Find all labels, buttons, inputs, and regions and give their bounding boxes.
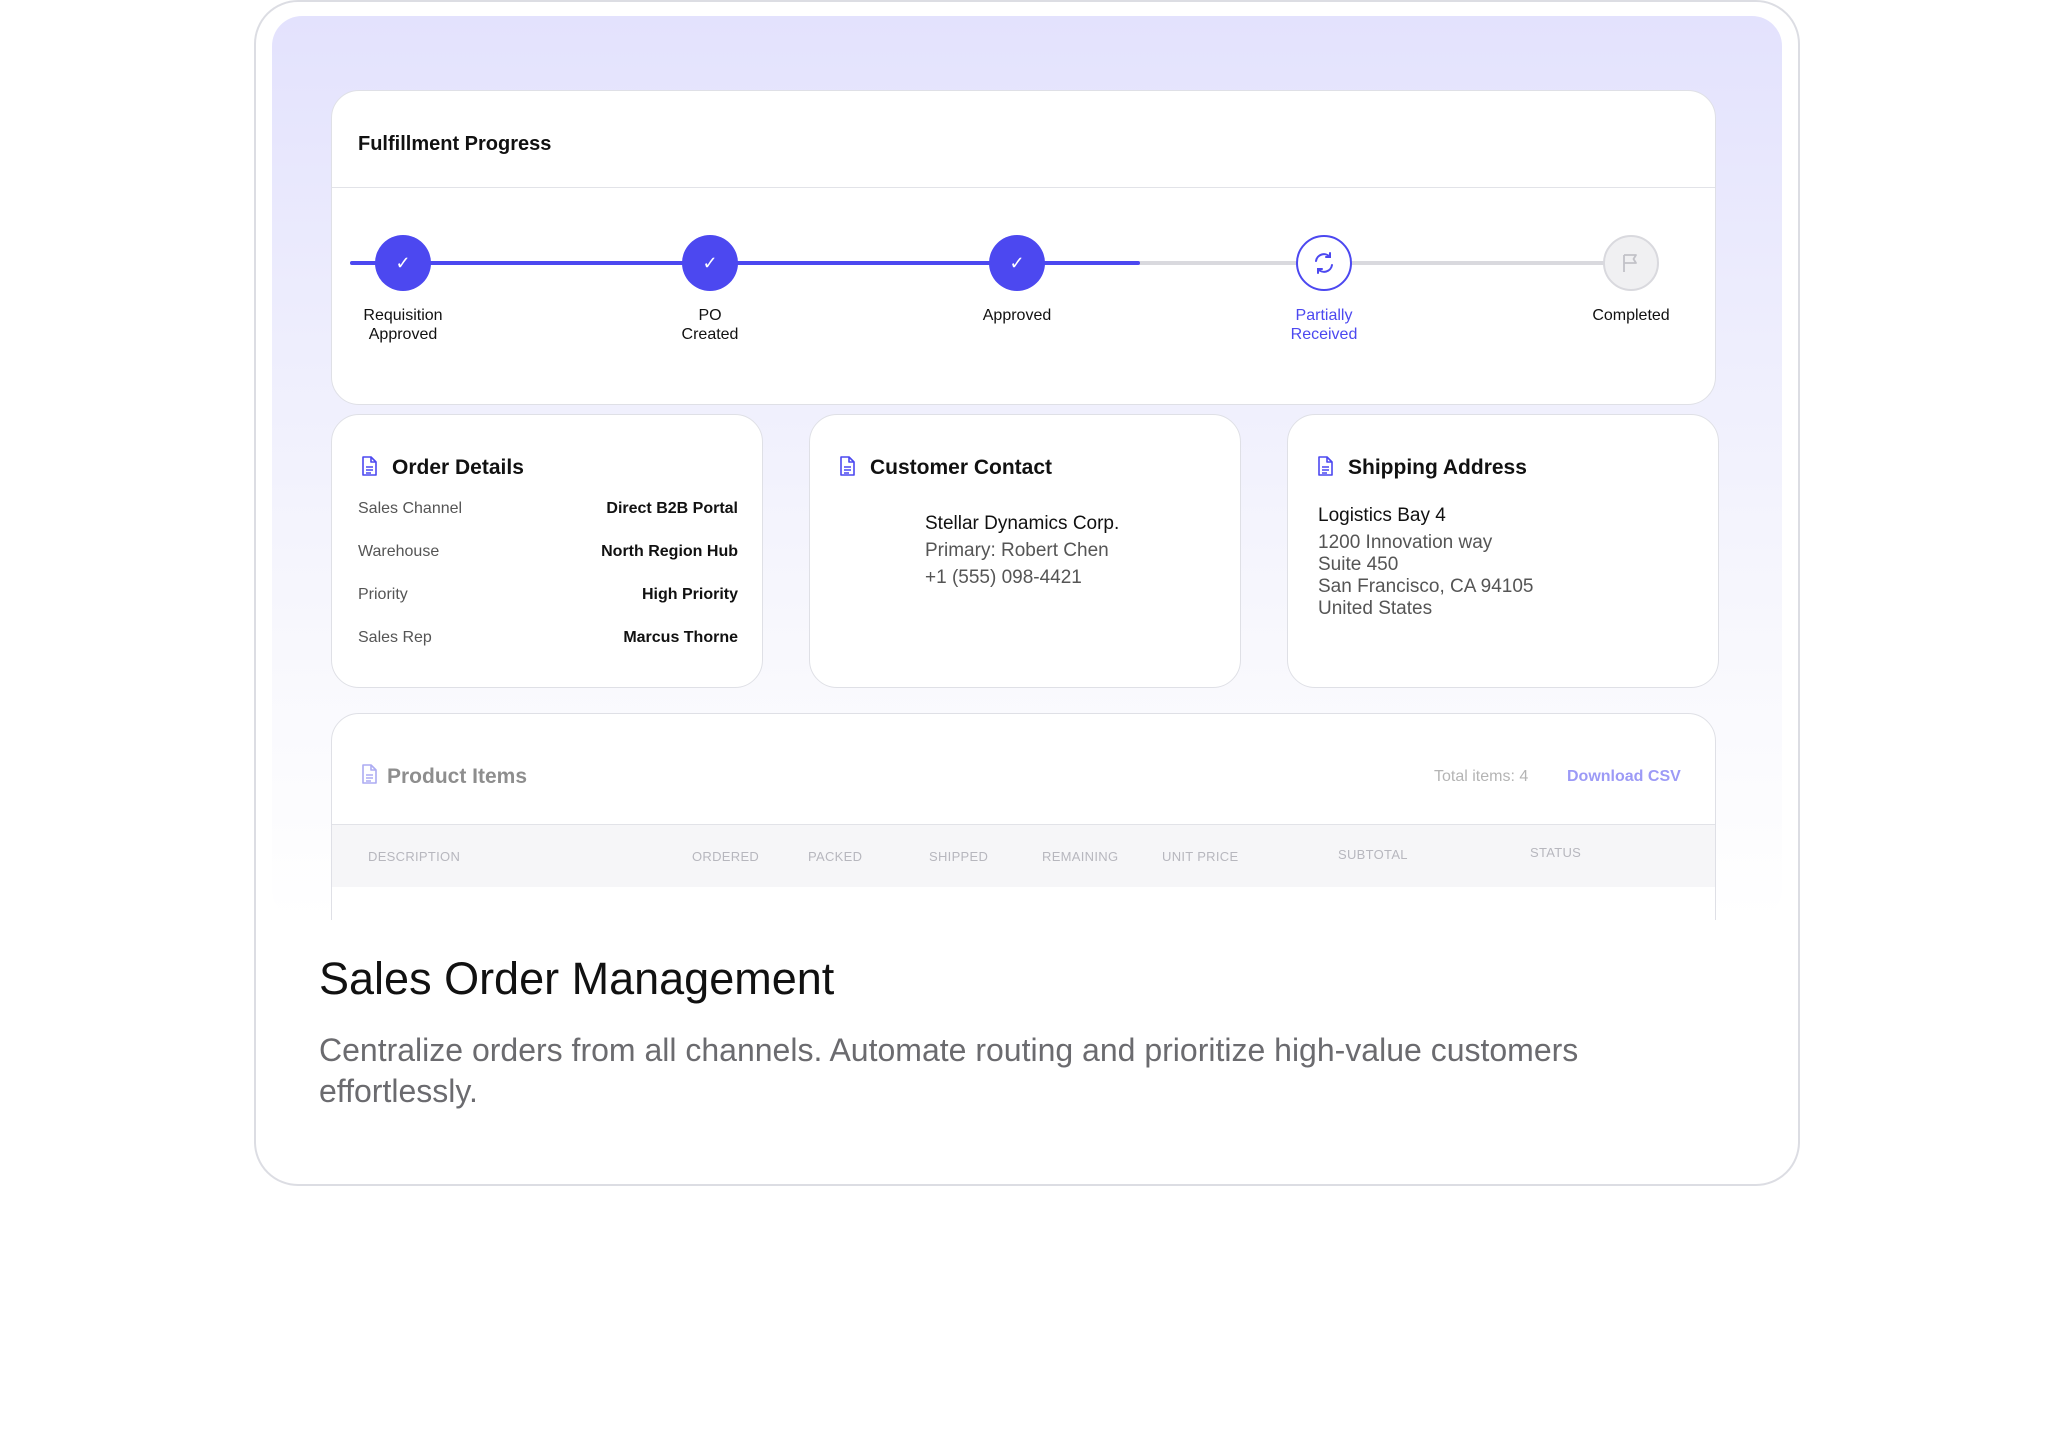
total-items-count: Total items: 4 — [1434, 768, 1529, 785]
card-title: Order Details — [392, 456, 524, 479]
download-csv-link[interactable]: Download CSV — [1567, 768, 1681, 786]
document-icon — [362, 764, 377, 784]
document-icon — [362, 456, 377, 476]
field-label: Warehouse — [358, 543, 440, 560]
step-label: PO Created — [681, 307, 739, 343]
step-completed-flag-icon — [1603, 235, 1659, 291]
feature-headline: Sales Order Management — [319, 953, 835, 1004]
column-header[interactable]: STATUS — [1530, 845, 1581, 860]
column-header[interactable]: UNIT PRICE — [1162, 849, 1238, 864]
shipping-address-card: Shipping Address Logistics Bay 4 1200 In… — [1287, 414, 1719, 688]
document-icon — [1318, 456, 1333, 476]
field-value: Marcus Thorne — [623, 629, 738, 646]
field-label: Sales Channel — [358, 500, 463, 517]
step-label: Partially Received — [1290, 307, 1358, 343]
product-items-panel: Product Items Total items: 4 Download CS… — [331, 713, 1716, 920]
hero-preview: Fulfillment Progress ✓ Requisition Approv… — [272, 16, 1782, 920]
step-requisition-approved-check-icon: ✓ — [375, 235, 431, 291]
field-label: Sales Rep — [358, 629, 432, 646]
customer-contact-card: Customer Contact Stellar Dynamics Corp. … — [809, 414, 1241, 688]
card-title: Shipping Address — [1348, 456, 1527, 479]
column-header[interactable]: REMAINING — [1042, 849, 1118, 864]
fade-overlay — [332, 892, 1715, 920]
step-approved-check-icon: ✓ — [989, 235, 1045, 291]
company-name: Stellar Dynamics Corp. — [925, 513, 1120, 534]
panel-title: Fulfillment Progress — [358, 133, 552, 155]
column-header[interactable]: DESCRIPTION — [368, 849, 460, 864]
fulfillment-progress-panel: Fulfillment Progress ✓ Requisition Approv… — [331, 90, 1716, 405]
panel-divider — [332, 187, 1715, 188]
address-line: San Francisco, CA 94105 — [1318, 576, 1534, 597]
feature-description: Centralize orders from all channels. Aut… — [319, 1032, 1579, 1109]
step-label: Approved — [982, 307, 1052, 324]
step-label: Requisition Approved — [363, 307, 443, 343]
column-header[interactable]: PACKED — [808, 849, 862, 864]
order-details-card: Order Details Sales Channel Direct B2B P… — [331, 414, 763, 688]
column-header[interactable]: SHIPPED — [929, 849, 988, 864]
address-line: Suite 450 — [1318, 554, 1399, 575]
phone-number[interactable]: +1 (555) 098-4421 — [925, 567, 1082, 589]
primary-contact: Primary: Robert Chen — [925, 540, 1109, 561]
field-value: Direct B2B Portal — [606, 500, 738, 517]
address-name: Logistics Bay 4 — [1318, 505, 1446, 526]
field-value: North Region Hub — [601, 543, 738, 560]
step-po-created-check-icon: ✓ — [682, 235, 738, 291]
column-header[interactable]: SUBTOTAL — [1338, 847, 1408, 862]
address-line: United States — [1318, 598, 1433, 619]
card-title: Product Items — [387, 765, 528, 788]
field-label: Priority — [358, 586, 408, 603]
column-header[interactable]: ORDERED — [692, 849, 759, 864]
table-header-row: DESCRIPTION ORDERED PACKED SHIPPED REMAI… — [332, 825, 1715, 887]
step-label: Completed — [1592, 307, 1670, 324]
step-partially-received-refresh-icon — [1296, 235, 1352, 291]
document-icon — [840, 456, 855, 476]
card-title: Customer Contact — [870, 456, 1053, 479]
field-value: High Priority — [641, 586, 738, 603]
address-line: 1200 Innovation way — [1318, 532, 1493, 553]
